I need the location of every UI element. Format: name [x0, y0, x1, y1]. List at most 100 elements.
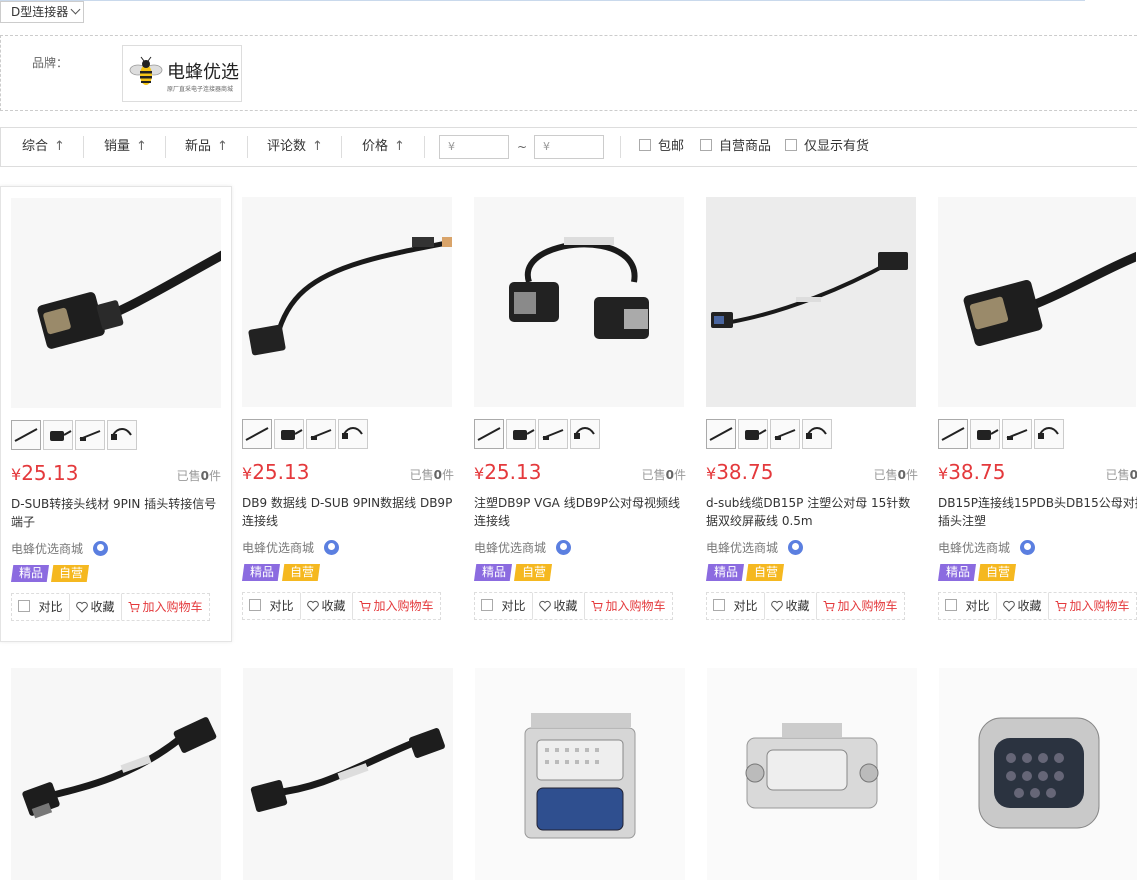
product-thumbnail[interactable] — [11, 420, 41, 450]
add-to-cart-button[interactable]: 加入购物车 — [353, 593, 440, 619]
add-to-cart-button[interactable]: 加入购物车 — [122, 594, 209, 620]
currency-symbol: ¥ — [242, 464, 253, 483]
product-card[interactable]: ¥38.75 已售0件 d-sub线缆DB15P 注塑公对母 15针数据双绞屏蔽线 … — [696, 186, 928, 642]
add-to-cart-button[interactable]: 加入购物车 — [1049, 593, 1136, 619]
product-card[interactable]: ¥38.75 已售0件 DB15P连接线15PDB头DB15公母对接插头注塑电蜂优选… — [928, 186, 1137, 642]
shop-name: 电蜂优选商城 — [242, 541, 315, 555]
product-card[interactable]: ¥25.13 已售0件 注塑DB9P VGA 线DB9P公对母视频线连接线 电蜂优选商… — [464, 186, 696, 642]
cart-label: 加入购物车 — [837, 599, 898, 613]
compare-button[interactable]: 对比 — [707, 593, 765, 619]
product-thumbnail[interactable] — [43, 420, 73, 450]
filter-in-stock[interactable]: 仅显示有货 — [785, 128, 869, 166]
customer-service-icon[interactable] — [556, 540, 572, 555]
product-thumbnail[interactable] — [1034, 419, 1064, 449]
checkbox[interactable] — [785, 139, 797, 151]
product-thumbnail[interactable] — [306, 419, 336, 449]
favorite-button[interactable]: 收藏 — [765, 593, 817, 619]
checkbox[interactable] — [700, 139, 712, 151]
product-image[interactable] — [242, 197, 452, 407]
product-image[interactable] — [939, 668, 1137, 880]
checkbox[interactable] — [18, 600, 31, 612]
product-image[interactable] — [706, 197, 916, 407]
product-thumbnail[interactable] — [338, 419, 368, 449]
shop-link[interactable]: 电蜂优选商城 — [938, 539, 1036, 556]
sort-label: 综合 — [22, 139, 49, 154]
sort-reviews[interactable]: 评论数 ↑ — [267, 128, 323, 166]
product-card[interactable]: ¥25.13 已售0件 D-SUB转接头线材 9PIN 插头转接信号端子 电蜂优选商城… — [0, 186, 232, 642]
product-thumbnail[interactable] — [970, 419, 1000, 449]
compare-label: 对比 — [733, 599, 758, 613]
product-image[interactable] — [11, 668, 221, 880]
product-title[interactable]: 注塑DB9P VGA 线DB9P公对母视频线连接线 — [474, 494, 686, 530]
filter-self-operated[interactable]: 自营商品 — [700, 128, 771, 166]
thumbnail-strip — [706, 419, 834, 449]
product-image[interactable] — [475, 668, 685, 880]
favorite-button[interactable]: 收藏 — [997, 593, 1049, 619]
checkbox[interactable] — [713, 599, 726, 611]
brand-logo-dianfeng[interactable]: 电蜂优选 原厂直采电子连接器商城 — [122, 45, 242, 102]
product-thumbnail[interactable] — [506, 419, 536, 449]
product-thumbnail[interactable] — [738, 419, 768, 449]
divider — [247, 136, 248, 158]
product-thumbnail[interactable] — [770, 419, 800, 449]
thumbnail-strip — [474, 419, 602, 449]
shop-link[interactable]: 电蜂优选商城 — [474, 539, 572, 556]
price-min-input[interactable]: ¥ — [439, 135, 509, 159]
compare-button[interactable]: 对比 — [243, 593, 301, 619]
sold-prefix: 已售 — [1105, 468, 1130, 482]
divider — [424, 136, 425, 158]
product-title[interactable]: D-SUB转接头线材 9PIN 插头转接信号端子 — [11, 495, 223, 531]
product-thumbnail[interactable] — [274, 419, 304, 449]
product-thumbnail[interactable] — [474, 419, 504, 449]
sort-new[interactable]: 新品 ↑ — [185, 128, 228, 166]
product-image[interactable] — [243, 668, 453, 880]
favorite-button[interactable]: 收藏 — [301, 593, 353, 619]
shop-link[interactable]: 电蜂优选商城 — [706, 539, 804, 556]
sort-price[interactable]: 价格 ↑ — [362, 128, 405, 166]
filter-label: 自营商品 — [719, 139, 772, 154]
category-dropdown[interactable]: D型连接器 — [0, 1, 85, 23]
favorite-button[interactable]: 收藏 — [70, 594, 122, 620]
product-card[interactable]: ¥25.13 已售0件 DB9 数据线 D-SUB 9PIN数据线 DB9P连接线电… — [232, 186, 464, 642]
compare-button[interactable]: 对比 — [475, 593, 533, 619]
customer-service-icon[interactable] — [1020, 540, 1036, 555]
product-image[interactable] — [707, 668, 917, 880]
product-title[interactable]: d-sub线缆DB15P 注塑公对母 15针数据双绞屏蔽线 0.5m — [706, 494, 918, 530]
product-title[interactable]: DB9 数据线 D-SUB 9PIN数据线 DB9P连接线 — [242, 494, 454, 530]
shop-link[interactable]: 电蜂优选商城 — [242, 539, 340, 556]
checkbox[interactable] — [945, 599, 958, 611]
sort-comprehensive[interactable]: 综合 ↑ — [22, 128, 65, 166]
compare-button[interactable]: 对比 — [12, 594, 70, 620]
compare-button[interactable]: 对比 — [939, 593, 997, 619]
checkbox[interactable] — [249, 599, 262, 611]
shop-link[interactable]: 电蜂优选商城 — [11, 540, 109, 557]
cart-label: 加入购物车 — [1069, 599, 1130, 613]
product-image[interactable] — [474, 197, 684, 407]
product-thumbnail[interactable] — [938, 419, 968, 449]
checkbox[interactable] — [639, 139, 651, 151]
product-thumbnail[interactable] — [706, 419, 736, 449]
checkbox[interactable] — [481, 599, 494, 611]
product-thumbnail[interactable] — [538, 419, 568, 449]
price-max-input[interactable]: ¥ — [534, 135, 604, 159]
product-thumbnail[interactable] — [107, 420, 137, 450]
badge-ziying: 自营 — [282, 564, 321, 581]
filter-label: 包邮 — [658, 139, 685, 154]
product-image[interactable] — [938, 197, 1137, 407]
filter-free-shipping[interactable]: 包邮 — [639, 128, 684, 166]
product-thumbnail[interactable] — [75, 420, 105, 450]
product-thumbnail[interactable] — [802, 419, 832, 449]
product-thumbnail[interactable] — [570, 419, 600, 449]
customer-service-icon[interactable] — [324, 540, 340, 555]
add-to-cart-button[interactable]: 加入购物车 — [585, 593, 672, 619]
add-to-cart-button[interactable]: 加入购物车 — [817, 593, 904, 619]
sort-sales[interactable]: 销量 ↑ — [104, 128, 147, 166]
product-image[interactable] — [11, 198, 221, 408]
customer-service-icon[interactable] — [788, 540, 804, 555]
product-title[interactable]: DB15P连接线15PDB头DB15公母对接插头注塑 — [938, 494, 1137, 530]
thumbnail-strip — [11, 420, 139, 450]
product-thumbnail[interactable] — [242, 419, 272, 449]
customer-service-icon[interactable] — [93, 541, 109, 556]
favorite-button[interactable]: 收藏 — [533, 593, 585, 619]
product-thumbnail[interactable] — [1002, 419, 1032, 449]
